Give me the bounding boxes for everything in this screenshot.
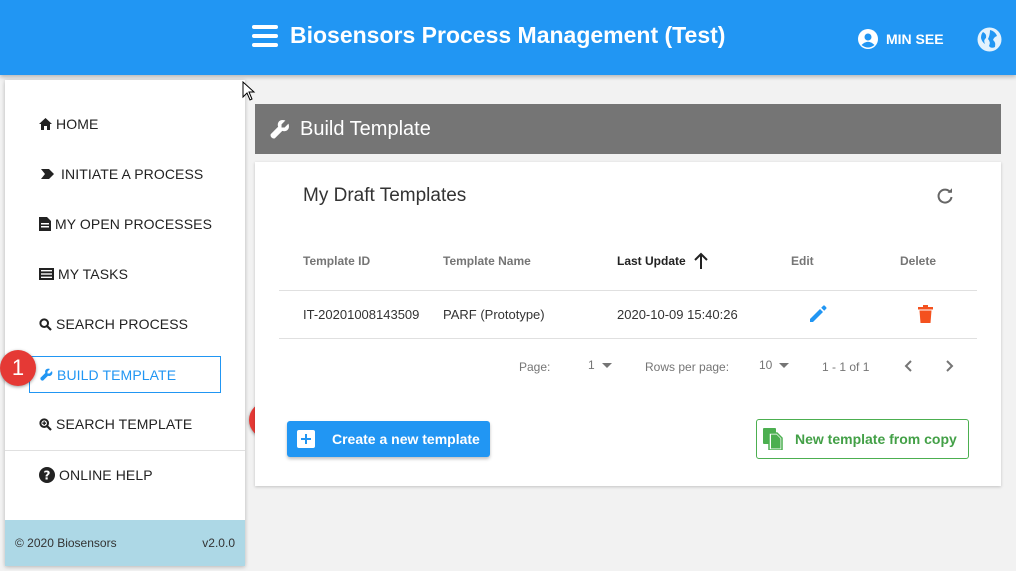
- sidebar: HOME INITIATE A PROCESS MY OPEN PROCESSE…: [5, 80, 245, 566]
- dropdown-arrow-icon: [601, 362, 612, 368]
- delete-trash-icon[interactable]: [918, 305, 933, 323]
- sidebar-item-label: MY OPEN PROCESSES: [55, 216, 213, 232]
- create-template-button[interactable]: Create a new template: [287, 421, 490, 457]
- chevron-left-icon[interactable]: [903, 359, 915, 373]
- sidebar-item-online-help[interactable]: ? ONLINE HELP: [39, 467, 153, 483]
- account-icon: [858, 29, 878, 49]
- refresh-icon[interactable]: [935, 186, 955, 206]
- sidebar-item-my-tasks[interactable]: MY TASKS: [39, 266, 128, 282]
- rows-per-page-value: 10: [759, 358, 773, 372]
- zoom-in-icon: [39, 417, 52, 431]
- step-marker-1: 1: [0, 350, 36, 386]
- version-text: v2.0.0: [202, 536, 235, 550]
- draft-templates-card: My Draft Templates Template ID Template …: [255, 162, 1001, 486]
- page-title-bar: Build Template: [255, 104, 1001, 154]
- cell-last-update: 2020-10-09 15:40:26: [617, 307, 738, 322]
- chevron-right-icon[interactable]: [943, 359, 955, 373]
- column-header-last-update[interactable]: Last Update: [617, 254, 686, 268]
- app-title: Biosensors Process Management (Test): [252, 22, 725, 49]
- svg-text:?: ?: [43, 468, 50, 482]
- sidebar-item-search-template[interactable]: SEARCH TEMPLATE: [39, 416, 192, 432]
- sidebar-item-label: BUILD TEMPLATE: [57, 366, 177, 383]
- sidebar-footer: © 2020 Biosensors v2.0.0: [5, 520, 245, 566]
- sidebar-item-search-process[interactable]: SEARCH PROCESS: [39, 316, 188, 332]
- page-select-value: 1: [588, 358, 595, 372]
- document-icon: [39, 217, 51, 231]
- add-box-icon: [297, 430, 315, 448]
- search-icon: [39, 317, 52, 331]
- menu-icon[interactable]: [252, 24, 280, 48]
- rows-per-page-select[interactable]: 10: [759, 358, 790, 372]
- sidebar-item-label: ONLINE HELP: [59, 467, 153, 483]
- rows-per-page-label: Rows per page:: [645, 360, 730, 374]
- user-name: MIN SEE: [886, 31, 944, 47]
- help-icon: ?: [39, 467, 55, 483]
- app-header: Biosensors Process Management (Test) MIN…: [0, 0, 1016, 75]
- page-label: Page:: [519, 360, 551, 374]
- sidebar-item-my-open-processes[interactable]: MY OPEN PROCESSES: [39, 216, 212, 232]
- mouse-cursor-icon: [242, 81, 256, 101]
- globe-icon[interactable]: [977, 27, 1002, 52]
- arrow-icon: [41, 169, 54, 179]
- column-header-delete: Delete: [900, 254, 937, 268]
- sidebar-item-home[interactable]: HOME: [39, 116, 98, 132]
- tasks-icon: [39, 268, 54, 280]
- sidebar-item-label: SEARCH TEMPLATE: [56, 416, 193, 432]
- column-header-template-name[interactable]: Template Name: [443, 254, 531, 268]
- wrench-icon: [40, 368, 53, 381]
- table-row-divider: [279, 338, 977, 339]
- card-title: My Draft Templates: [303, 185, 467, 206]
- page-range-text: 1 - 1 of 1: [822, 360, 870, 374]
- cell-template-id: IT-20201008143509: [303, 307, 420, 322]
- sidebar-item-initiate-process[interactable]: INITIATE A PROCESS: [39, 166, 203, 182]
- column-header-template-id[interactable]: Template ID: [303, 254, 370, 268]
- cell-template-name: PARF (Prototype): [443, 307, 545, 322]
- sidebar-item-build-template[interactable]: BUILD TEMPLATE: [29, 356, 221, 393]
- copy-template-label: New template from copy: [795, 431, 957, 447]
- wrench-icon: [270, 120, 289, 139]
- edit-pencil-icon[interactable]: [808, 304, 828, 324]
- user-menu[interactable]: MIN SEE: [858, 29, 944, 49]
- sidebar-divider: [5, 450, 245, 451]
- sidebar-item-label: SEARCH PROCESS: [56, 316, 189, 332]
- sort-ascending-icon[interactable]: [693, 252, 709, 270]
- column-header-edit: Edit: [791, 254, 814, 268]
- sidebar-item-label: MY TASKS: [58, 266, 129, 282]
- app-title-text: Biosensors Process Management (Test): [290, 22, 726, 48]
- table-header-divider: [279, 290, 977, 291]
- create-template-label: Create a new template: [332, 431, 480, 447]
- copyright-text: © 2020 Biosensors: [15, 536, 117, 550]
- page-title: Build Template: [300, 117, 431, 140]
- home-icon: [39, 118, 52, 130]
- copy-file-icon: [763, 428, 783, 450]
- copy-template-button[interactable]: New template from copy: [756, 419, 969, 459]
- dropdown-arrow-icon: [779, 362, 790, 368]
- page-select[interactable]: 1: [588, 358, 612, 372]
- sidebar-item-label: INITIATE A PROCESS: [61, 166, 204, 182]
- sidebar-item-label: HOME: [56, 116, 99, 132]
